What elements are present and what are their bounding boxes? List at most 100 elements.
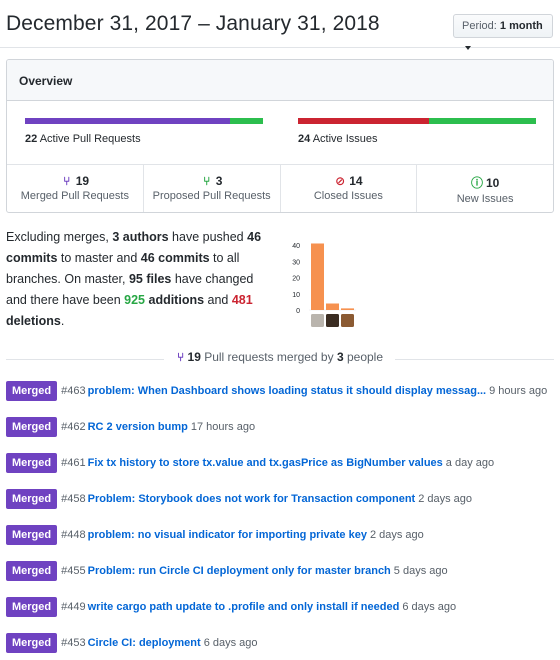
pr-number: #458 — [61, 493, 86, 505]
pr-time: 2 days ago — [418, 493, 473, 505]
pr-title-link[interactable]: problem: When Dashboard shows loading st… — [88, 385, 487, 397]
active-pr-label: Active Pull Requests — [39, 133, 141, 145]
merged-badge: Merged — [6, 453, 58, 473]
y-tick-label: 20 — [292, 276, 300, 283]
commit-bar-author-1 — [311, 243, 324, 310]
period-dropdown[interactable]: Period: 1 month — [453, 14, 553, 51]
pr-number: #455 — [61, 565, 86, 577]
stat-new-issues[interactable]: ⓘ 10 New Issues — [417, 165, 553, 212]
new-issue-icon: ⓘ — [470, 176, 483, 190]
merged-badge: Merged — [6, 633, 58, 653]
pr-title-link[interactable]: Problem: Storybook does not work for Tra… — [88, 493, 416, 505]
period-value: 1 month — [499, 20, 543, 32]
active-pull-requests-link[interactable]: 22 Active Pull Requests — [25, 133, 141, 145]
pr-title-link[interactable]: RC 2 version bump — [88, 421, 188, 433]
active-pr-count: 22 — [25, 133, 38, 145]
additions-count: 925 — [124, 293, 146, 307]
merged-badge: Merged — [6, 561, 58, 581]
merged-badge: Merged — [6, 381, 58, 401]
people-count: 3 — [336, 350, 344, 364]
pr-time: 2 days ago — [369, 529, 424, 541]
active-issues-link[interactable]: 24 Active Issues — [298, 133, 378, 145]
deletions-word: deletions — [6, 314, 61, 328]
pr-row: Merged #462 RC 2 version bump 17 hours ago — [6, 416, 556, 452]
pr-time: a day ago — [445, 457, 495, 469]
merged-badge: Merged — [6, 525, 58, 545]
closed-segment — [298, 118, 429, 124]
stat-merged-pull-requests[interactable]: ⑂ 19 Merged Pull Requests — [7, 165, 144, 212]
merged-count: 19 — [187, 350, 201, 364]
commit-bar-author-2 — [326, 303, 339, 310]
y-tick-label: 40 — [292, 243, 300, 250]
pr-number: #448 — [61, 529, 86, 541]
summary-text: Excluding merges, — [6, 230, 113, 244]
active-issues-count: 24 — [298, 133, 311, 145]
y-tick-label: 10 — [292, 292, 300, 299]
stat-proposed-pull-requests[interactable]: ⑂ 3 Proposed Pull Requests — [144, 165, 281, 212]
summary-text: to master and — [57, 251, 141, 265]
overview-panel: Overview 22 Active Pull Requests 24 Acti… — [6, 59, 554, 213]
pr-row: Merged #453 Circle CI: deployment 6 days a… — [6, 632, 556, 660]
merged-segment — [25, 118, 230, 124]
y-tick-label: 0 — [296, 308, 300, 315]
pr-row: Merged #448 problem: no visual indicator … — [6, 524, 556, 560]
avatar[interactable] — [341, 314, 354, 327]
stat-label: Merged Pull Requests — [20, 190, 129, 202]
period-prefix: Period: — [462, 20, 497, 32]
stat-closed-issues[interactable]: ⊘ 14 Closed Issues — [281, 165, 418, 212]
avatar[interactable] — [311, 314, 324, 327]
pr-time: 6 days ago — [203, 637, 258, 649]
pr-title-link[interactable]: Circle CI: deployment — [88, 637, 201, 649]
deletions-count: 481 — [231, 293, 253, 307]
summary-text: have pushed — [168, 230, 248, 244]
pr-number: #453 — [61, 637, 86, 649]
overview-stats: ⑂ 19 Merged Pull Requests ⑂ 3 Proposed Pul… — [7, 165, 553, 212]
pr-row: Merged #463 problem: When Dashboard shows… — [6, 380, 556, 416]
merged-pr-heading: ⑂ 19 Pull requests merged by 3 people — [0, 350, 560, 370]
divider — [395, 359, 554, 360]
pr-number: #462 — [61, 421, 86, 433]
open-segment — [230, 118, 263, 124]
people-word: people — [343, 350, 384, 364]
pr-title-link[interactable]: write cargo path update to .profile and … — [88, 601, 400, 613]
active-issues-label: Active Issues — [312, 133, 378, 145]
summary-text: and — [204, 293, 232, 307]
page-header: December 31, 2017 – January 31, 2018 Per… — [0, 0, 560, 51]
pr-title-link[interactable]: Fix tx history to store tx.value and tx.… — [88, 457, 443, 469]
stat-label: New Issues — [456, 193, 514, 205]
pull-requests-progress-bar — [25, 118, 263, 124]
issues-progress-bar — [298, 118, 536, 124]
pr-title-link[interactable]: problem: no visual indicator for importi… — [88, 529, 367, 541]
overview-heading: Overview — [7, 60, 553, 101]
overview-bars: 22 Active Pull Requests 24 Active Issues — [7, 101, 553, 165]
pr-row: Merged #449 write cargo path update to .p… — [6, 596, 556, 632]
commits-by-author-chart: 40 30 20 10 0 — [292, 243, 356, 327]
stat-label: Proposed Pull Requests — [152, 190, 271, 202]
commits-all-count: 46 commits — [140, 251, 210, 265]
merged-badge: Merged — [6, 597, 58, 617]
merged-pr-icon: ⑂ — [176, 350, 185, 364]
merged-heading-text: Pull requests merged by — [200, 350, 337, 364]
commit-bar-author-3 — [341, 308, 354, 310]
chevron-down-icon — [465, 46, 471, 51]
y-tick-label: 30 — [292, 259, 300, 266]
pr-number: #463 — [61, 385, 86, 397]
pr-row: Merged #458 Problem: Storybook does not w… — [6, 488, 556, 524]
summary-text: . — [60, 314, 65, 328]
pr-time: 5 days ago — [393, 565, 448, 577]
commit-summary: Excluding merges, 3 authors have pushed … — [6, 227, 276, 332]
merged-badge: Merged — [6, 489, 58, 509]
avatar[interactable] — [326, 314, 339, 327]
additions-word: additions — [145, 293, 205, 307]
pr-number: #449 — [61, 601, 86, 613]
divider — [6, 359, 164, 360]
merged-badge: Merged — [6, 417, 58, 437]
proposed-pr-icon: ⑂ — [203, 174, 211, 188]
stat-count: 19 — [75, 174, 90, 188]
pr-title-link[interactable]: Problem: run Circle CI deployment only f… — [88, 565, 391, 577]
pr-row: Merged #461 Fix tx history to store tx.va… — [6, 452, 556, 488]
pr-number: #461 — [61, 457, 86, 469]
pr-time: 6 days ago — [402, 601, 457, 613]
pr-row: Merged #455 Problem: run Circle CI deploy… — [6, 560, 556, 596]
stat-count: 14 — [349, 174, 363, 188]
